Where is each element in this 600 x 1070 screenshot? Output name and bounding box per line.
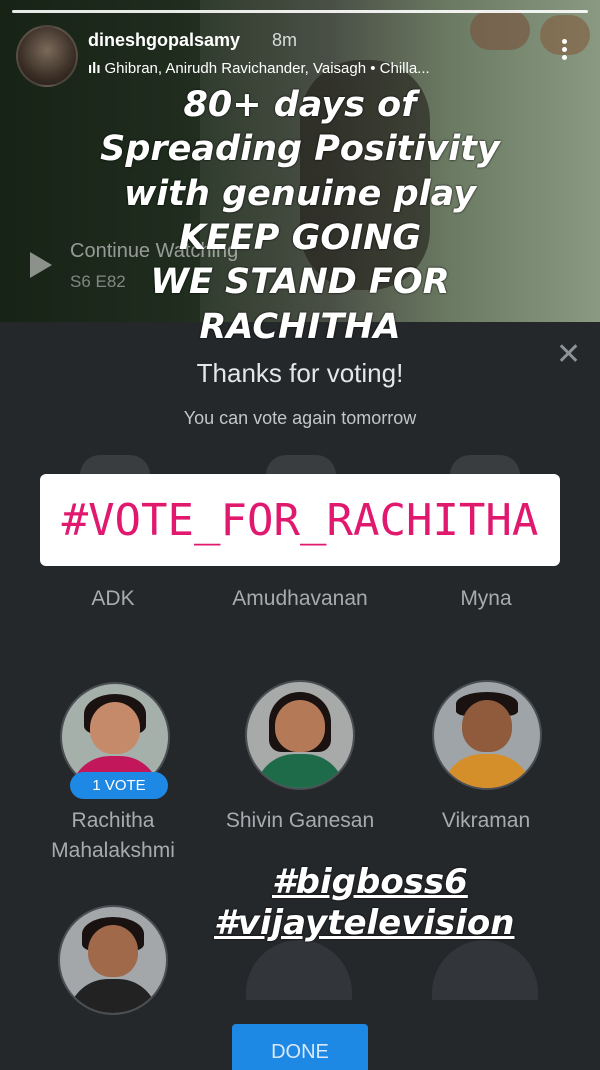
vote-count-badge: 1 VOTE [70, 772, 168, 799]
story-view: dineshgopalsamy 8m ılı Ghibran, Anirudh R… [0, 0, 600, 1070]
candidate-photo-adk[interactable] [80, 455, 150, 475]
candidate-photo-vikraman[interactable] [432, 680, 542, 790]
candidate-photo-shivin[interactable] [245, 680, 355, 790]
overlay-line-1: 80+ days of [183, 85, 417, 125]
overlay-line-3: with genuine play [123, 174, 477, 214]
candidate-photo-amudhavanan[interactable] [266, 455, 336, 475]
more-options-icon[interactable] [554, 36, 574, 66]
overlay-line-6: RACHITHA [199, 307, 401, 347]
candidate-name-rachitha[interactable]: Rachitha Mahalakshmi [23, 806, 203, 866]
candidate-name-myna[interactable]: Myna [396, 584, 576, 614]
overlay-line-2: Spreading Positivity [100, 129, 500, 169]
candidate-name-adk[interactable]: ADK [23, 584, 203, 614]
hashtag-vijaytelevision: #vijaytelevision [214, 903, 515, 943]
candidate-name-shivin[interactable]: Shivin Ganesan [210, 806, 390, 836]
vote-hashtag-text: #VOTE_FOR_RACHITHA [61, 494, 539, 546]
music-label: Ghibran, Anirudh Ravichander, Vaisagh • … [104, 60, 430, 77]
candidate-name-vikraman[interactable]: Vikraman [396, 806, 576, 836]
story-username[interactable]: dineshgopalsamy [88, 30, 240, 51]
overlay-line-5: WE STAND FOR [150, 262, 450, 302]
candidate-photo-myna[interactable] [450, 455, 520, 475]
hashtag-bigboss6: #bigboss6 [272, 862, 468, 902]
overlay-line-4: KEEP GOING [178, 218, 422, 258]
candidate-photo-row3[interactable] [58, 905, 168, 1015]
story-progress-bar [12, 10, 588, 13]
candidate-name-amudhavanan[interactable]: Amudhavanan [210, 584, 390, 614]
vote-thanks-title: Thanks for voting! [196, 358, 404, 388]
avatar[interactable] [16, 25, 78, 87]
sound-bars-icon: ılı [88, 60, 101, 77]
done-button[interactable]: DONE [232, 1024, 368, 1070]
candidate-name-line-1: Rachitha [71, 809, 155, 832]
story-time: 8m [272, 30, 298, 50]
candidate-name-line-2: Mahalakshmi [51, 839, 175, 862]
vote-hashtag-sticker: #VOTE_FOR_RACHITHA [40, 474, 560, 566]
music-info[interactable]: ılı Ghibran, Anirudh Ravichander, Vaisagh… [88, 60, 430, 77]
vote-again-subtitle: You can vote again tomorrow [183, 408, 417, 428]
